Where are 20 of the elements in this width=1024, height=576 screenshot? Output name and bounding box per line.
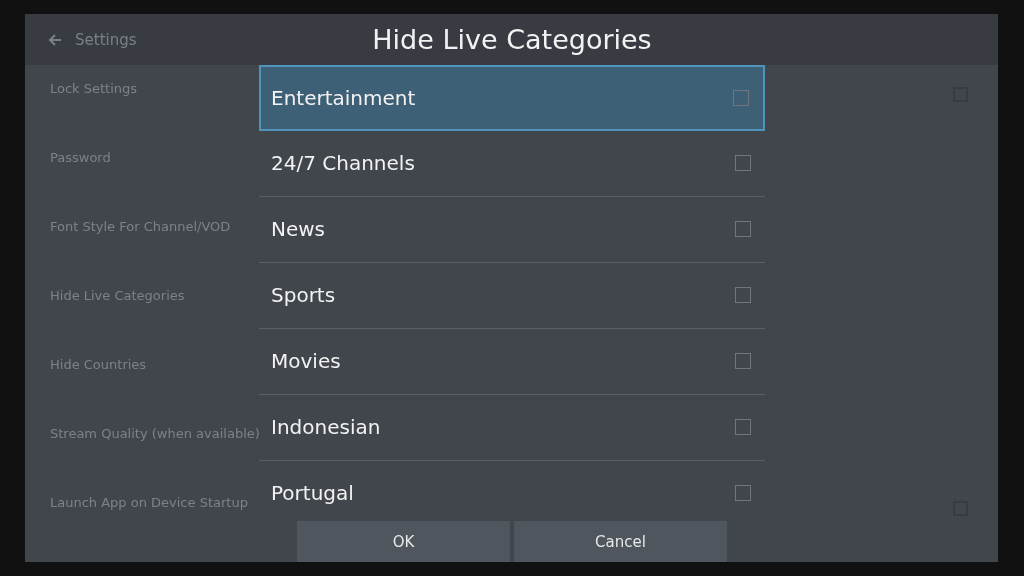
- checkbox[interactable]: [735, 353, 751, 370]
- setting-title: Stream Quality (when available): [50, 426, 260, 441]
- category-item[interactable]: Entertainment: [259, 64, 765, 131]
- checkbox[interactable]: [735, 485, 751, 502]
- screen-title: Settings: [75, 30, 137, 49]
- setting-title: Password: [50, 150, 111, 165]
- checkbox[interactable]: [735, 155, 751, 172]
- setting-title: Launch App on Device Startup: [50, 495, 248, 510]
- dialog-title: Hide Live Categories: [371, 22, 653, 57]
- checkbox[interactable]: [735, 221, 751, 238]
- back-arrow-icon[interactable]: [47, 31, 63, 48]
- checkbox[interactable]: [733, 89, 749, 106]
- checkbox[interactable]: [735, 419, 751, 436]
- setting-title: Font Style For Channel/VOD: [50, 219, 231, 234]
- setting-title: Hide Countries: [50, 357, 147, 372]
- setting-title: Hide Live Categories: [50, 288, 185, 303]
- dialog-button[interactable]: OK: [297, 521, 510, 562]
- checkbox[interactable]: [735, 287, 751, 304]
- dialog-button[interactable]: Cancel: [514, 521, 727, 562]
- setting-title: Lock Settings: [50, 81, 138, 96]
